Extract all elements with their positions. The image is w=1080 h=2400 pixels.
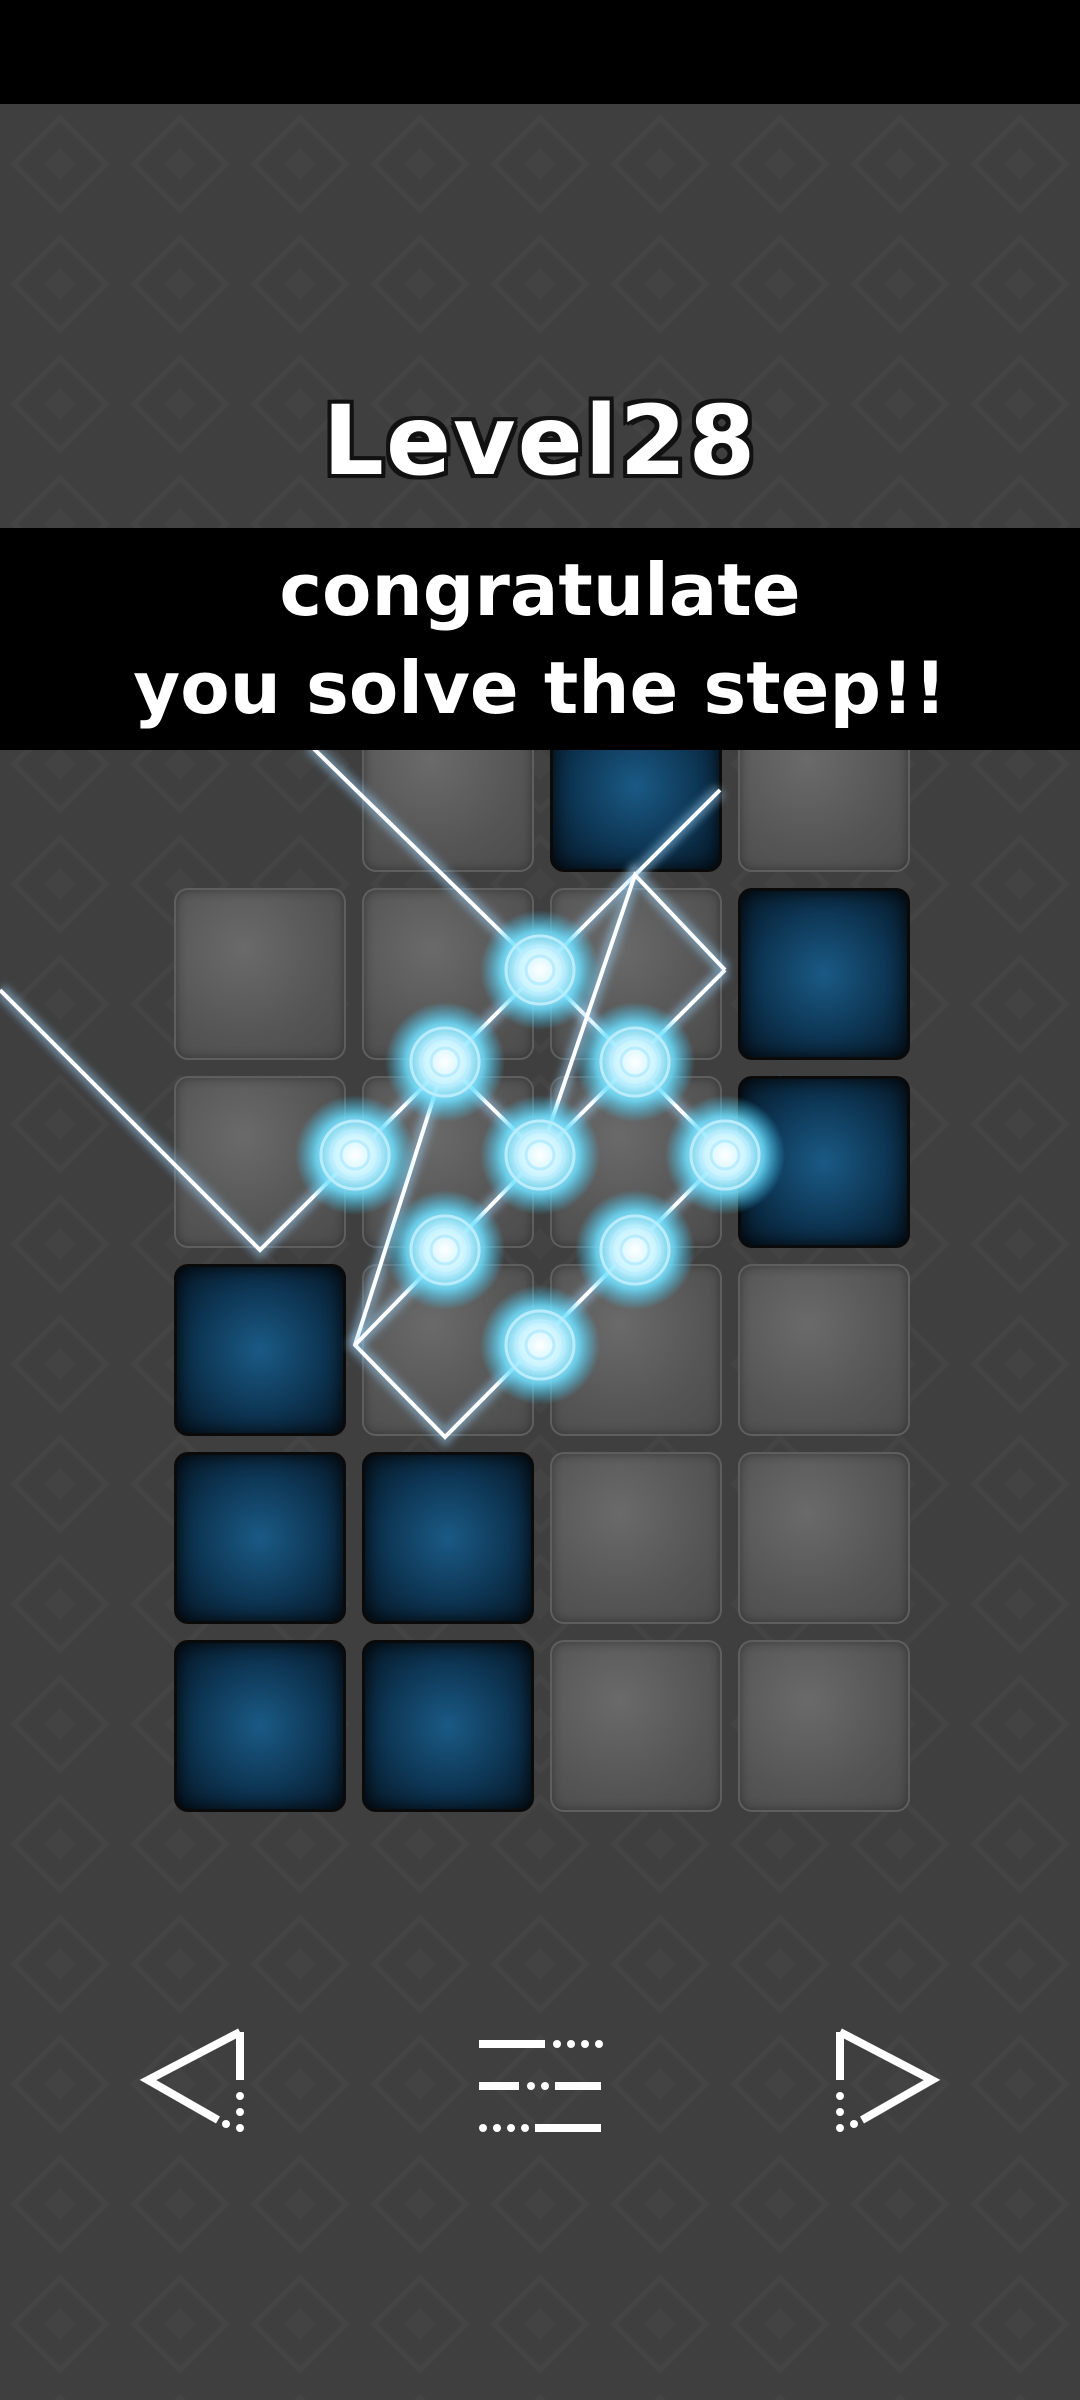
tile-stone[interactable] [738,1264,910,1436]
tile-stone[interactable] [362,1076,534,1248]
banner-line-1: congratulate [279,548,801,632]
tile-blue[interactable] [362,1640,534,1812]
next-level-button[interactable] [830,2020,950,2150]
congrats-banner: congratulate you solve the step!! [0,528,1080,750]
tile-stone[interactable] [174,888,346,1060]
triangle-right-icon [836,2028,941,2132]
tile-stone[interactable] [174,1076,346,1248]
tile-stone[interactable] [550,1452,722,1624]
tile-blue[interactable] [174,1264,346,1436]
tile-blue[interactable] [738,888,910,1060]
triangle-left-icon [139,2028,244,2132]
tile-stone[interactable] [550,1640,722,1812]
tile-stone[interactable] [362,1264,534,1436]
menu-lines-icon [479,2040,603,2132]
tile-blue[interactable] [174,1640,346,1812]
tile-blue[interactable] [362,1452,534,1624]
tile-stone[interactable] [362,888,534,1060]
tile-blue[interactable] [738,1076,910,1248]
tile-blue[interactable] [174,1452,346,1624]
tile-stone[interactable] [738,1452,910,1624]
previous-level-button[interactable] [130,2020,250,2150]
tile-stone[interactable] [550,1264,722,1436]
tile-stone[interactable] [550,1076,722,1248]
menu-button[interactable] [475,2020,605,2150]
tile-stone[interactable] [550,888,722,1060]
banner-line-2: you solve the step!! [133,646,947,730]
level-title: Level28 [322,385,758,497]
tile-stone[interactable] [738,1640,910,1812]
